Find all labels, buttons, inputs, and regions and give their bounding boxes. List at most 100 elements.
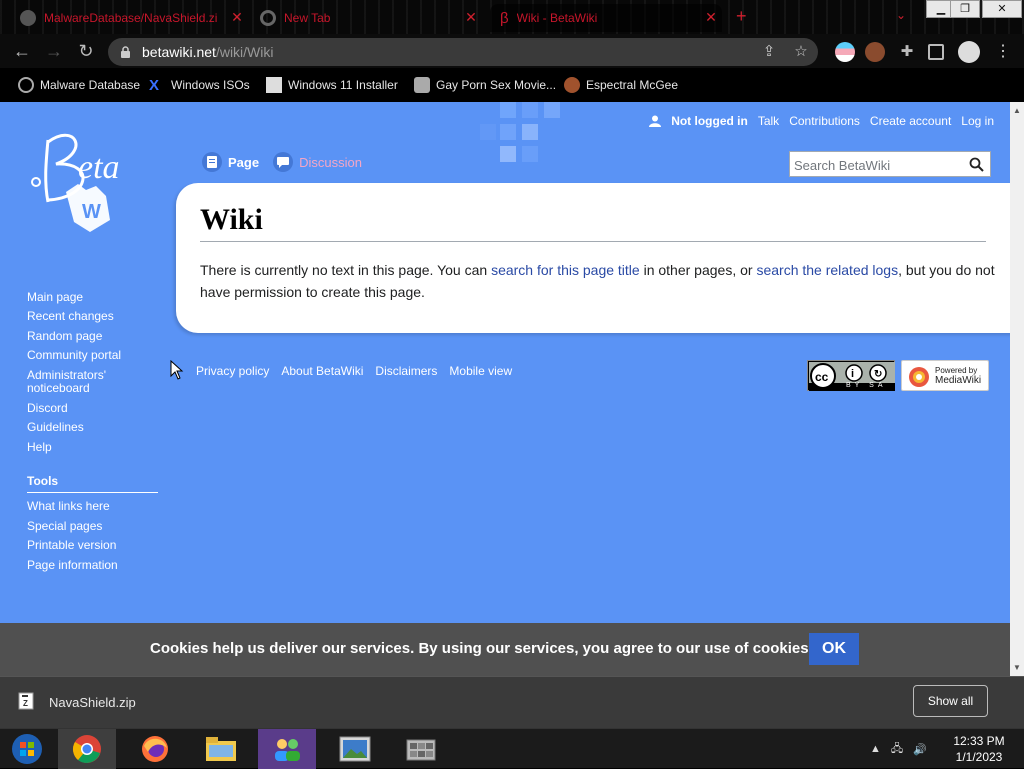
extension-flag-icon[interactable]	[835, 42, 855, 62]
create-account-link[interactable]: Create account	[870, 114, 951, 128]
bookmark-star-icon[interactable]: ☆	[792, 43, 810, 61]
url-domain: betawiki.net	[142, 44, 216, 60]
chrome-icon	[260, 10, 276, 26]
footer-mobile-view[interactable]: Mobile view	[449, 364, 512, 378]
footer-disclaimers[interactable]: Disclaimers	[375, 364, 437, 378]
sidebar-item-printable-version[interactable]: Printable version	[27, 539, 116, 552]
bookmark-item[interactable]: Espectral McGee	[564, 75, 678, 95]
sidebar-item-admin-noticeboard[interactable]: Administrators' noticeboard	[27, 369, 137, 395]
taskbar-users-app[interactable]	[258, 729, 316, 769]
browser-tab-github[interactable]: MalwareDatabase/NavaShield.zi ✕	[10, 4, 248, 32]
scroll-up-icon[interactable]: ▲	[1013, 106, 1021, 115]
globe-icon	[18, 77, 34, 93]
cookie-ok-button[interactable]: OK	[809, 633, 859, 665]
svg-text:eta: eta	[78, 149, 120, 186]
footer-about[interactable]: About BetaWiki	[281, 364, 363, 378]
svg-text:i: i	[851, 368, 854, 380]
download-filename[interactable]: NavaShield.zip	[49, 695, 136, 710]
image-icon	[266, 77, 282, 93]
reload-icon[interactable]: ↻	[75, 41, 97, 63]
show-all-downloads-button[interactable]: Show all	[913, 685, 988, 717]
x-bookmark-icon: X	[149, 77, 160, 94]
zip-file-icon[interactable]: Z	[18, 692, 34, 710]
betawiki-logo[interactable]: eta W	[26, 122, 156, 242]
lock-icon	[121, 46, 130, 58]
menu-kebab-icon[interactable]: ⋮	[995, 42, 1015, 62]
maximize-button[interactable]: ❐	[950, 0, 980, 18]
chrome-icon	[72, 735, 101, 763]
new-tab-icon[interactable]: +	[736, 6, 747, 26]
vertical-scrollbar[interactable]: ▲ ▼	[1010, 102, 1024, 676]
bookmark-item[interactable]: Malware Database	[18, 75, 140, 95]
bookmark-label: Windows 11 Installer	[288, 78, 398, 92]
sidebar-item-help[interactable]: Help	[27, 441, 52, 454]
tab-search-icon[interactable]: ⌄	[896, 8, 906, 22]
sidebar-item-discord[interactable]: Discord	[27, 402, 68, 415]
tab-discussion-label: Discussion	[299, 154, 362, 170]
footer-privacy-policy[interactable]: Privacy policy	[196, 364, 269, 378]
page-title: Wiki	[200, 203, 986, 242]
extensions-puzzle-icon[interactable]: ✚	[897, 42, 917, 62]
taskbar-clock[interactable]: 12:33 PM 1/1/2023	[940, 733, 1018, 765]
talk-link[interactable]: Talk	[758, 114, 779, 128]
browser-tab-betawiki[interactable]: β Wiki - BetaWiki ✕	[490, 4, 722, 32]
profile-avatar-icon[interactable]	[958, 41, 980, 63]
share-icon[interactable]: ⇪	[760, 43, 778, 61]
back-icon[interactable]: ←	[11, 41, 33, 63]
search-input[interactable]	[794, 156, 964, 174]
close-window-button[interactable]: ✕	[982, 0, 1022, 18]
content-area: Wiki There is currently no text in this …	[176, 183, 1024, 333]
close-tab-icon[interactable]: ✕	[464, 10, 478, 24]
volume-icon[interactable]: 🔊	[913, 743, 927, 756]
start-button[interactable]	[0, 729, 54, 769]
site-icon	[414, 77, 430, 93]
extension-avatar-icon[interactable]	[865, 42, 885, 62]
browser-tab-strip: MalwareDatabase/NavaShield.zi ✕ New Tab …	[0, 0, 1024, 34]
address-bar[interactable]: betawiki.net/wiki/Wiki ⇪ ☆	[108, 38, 818, 66]
sidebar-item-guidelines[interactable]: Guidelines	[27, 421, 84, 434]
taskbar-photos[interactable]	[326, 729, 384, 769]
sidebar-item-community-portal[interactable]: Community portal	[27, 349, 121, 362]
side-panel-icon[interactable]	[928, 44, 944, 60]
page-viewport: eta W Not logged in Talk Contributions C…	[0, 102, 1024, 676]
sidebar-item-page-information[interactable]: Page information	[27, 559, 118, 572]
personal-tools: Not logged in Talk Contributions Create …	[649, 114, 994, 128]
powered-by-mediawiki-badge[interactable]: Powered by MediaWiki	[901, 360, 989, 391]
sidebar-item-special-pages[interactable]: Special pages	[27, 520, 102, 533]
windows-taskbar: ▲ 🖧 🔊 12:33 PM 1/1/2023	[0, 728, 1024, 769]
search-page-title-link[interactable]: search for this page title	[491, 262, 640, 278]
sidebar-item-recent-changes[interactable]: Recent changes	[27, 310, 114, 323]
bookmark-item[interactable]: X Windows ISOs	[149, 75, 250, 95]
taskbar-firefox[interactable]	[126, 729, 184, 769]
users-icon	[275, 739, 300, 761]
log-in-link[interactable]: Log in	[961, 114, 994, 128]
taskbar-file-explorer[interactable]	[192, 729, 250, 769]
search-icon[interactable]	[969, 157, 984, 172]
show-hidden-icons-icon[interactable]: ▲	[870, 743, 881, 755]
scroll-down-icon[interactable]: ▼	[1013, 663, 1021, 672]
network-icon[interactable]: 🖧	[891, 740, 903, 759]
forward-icon[interactable]: →	[43, 41, 65, 63]
contributions-link[interactable]: Contributions	[789, 114, 860, 128]
url-text[interactable]: betawiki.net/wiki/Wiki	[142, 44, 273, 60]
page-body-text: There is currently no text in this page.…	[200, 259, 1000, 303]
bookmark-item[interactable]: Windows 11 Installer	[266, 75, 398, 95]
bookmark-label: Windows ISOs	[171, 78, 250, 92]
svg-text:Z: Z	[23, 699, 28, 708]
search-related-logs-link[interactable]: search the related logs	[756, 262, 898, 278]
cc-license-badge[interactable]: cc i ↻ BY SA	[807, 360, 895, 391]
discussion-icon	[273, 152, 294, 172]
tab-discussion[interactable]: Discussion	[273, 152, 362, 172]
bookmark-item[interactable]: Gay Porn Sex Movie...	[414, 75, 556, 95]
tab-page[interactable]: Page	[202, 152, 259, 172]
close-tab-icon[interactable]: ✕	[230, 10, 244, 24]
clock-date: 1/1/2023	[955, 750, 1003, 764]
sidebar-item-random-page[interactable]: Random page	[27, 330, 102, 343]
taskbar-chrome[interactable]	[58, 729, 116, 769]
browser-tab-newtab[interactable]: New Tab ✕	[250, 4, 482, 32]
close-tab-icon[interactable]: ✕	[704, 10, 718, 24]
sidebar-item-what-links-here[interactable]: What links here	[27, 500, 110, 513]
photo-viewer-icon	[339, 736, 371, 762]
taskbar-network-app[interactable]	[392, 729, 450, 769]
sidebar-item-main-page[interactable]: Main page	[27, 291, 83, 304]
